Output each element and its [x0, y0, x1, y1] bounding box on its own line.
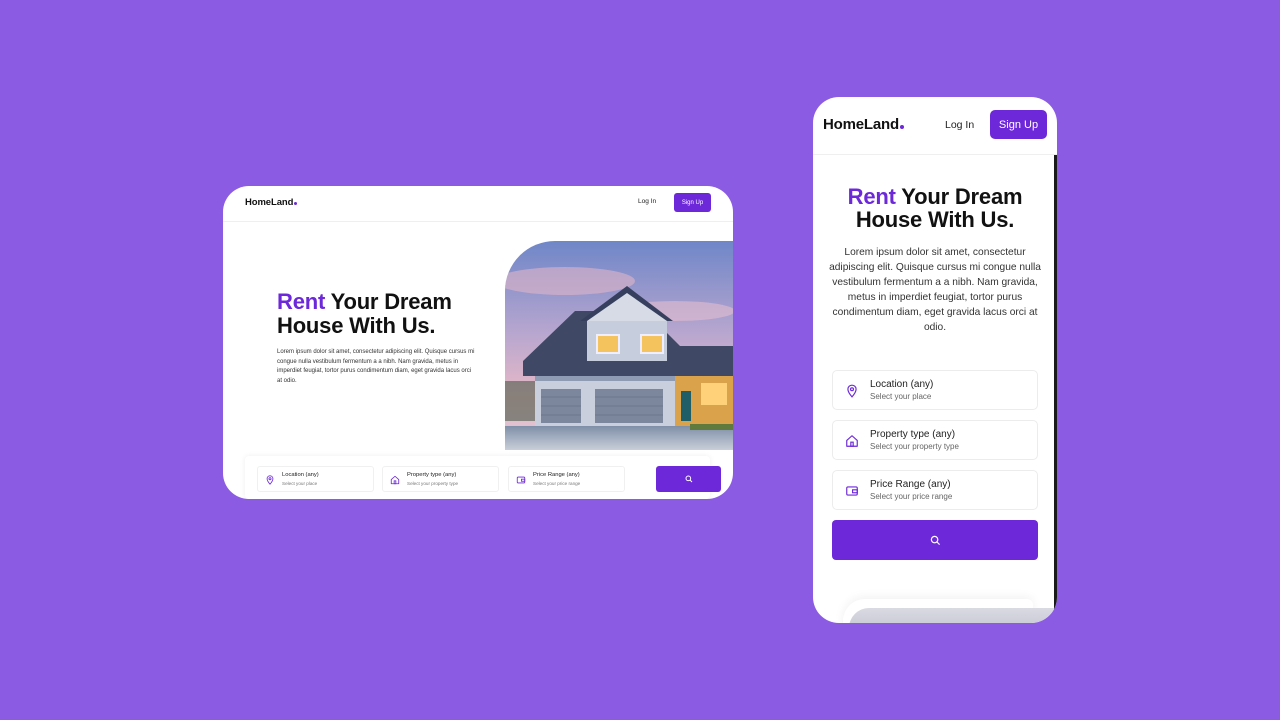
- location-pin-icon: [847, 384, 857, 398]
- wallet-icon: [846, 486, 858, 496]
- mobile-signup-button[interactable]: Sign Up: [990, 110, 1047, 139]
- mobile-mockup: HomeLand Log In Sign Up Rent Your Dream …: [813, 97, 1057, 623]
- field-hint: Select your price range: [533, 481, 581, 486]
- desktop-price-range-field[interactable]: Price Range (any) Select your price rang…: [508, 466, 625, 492]
- desktop-signup-button[interactable]: Sign Up: [674, 193, 711, 212]
- desktop-hero-text: Lorem ipsum dolor sit amet, consectetur …: [277, 349, 475, 384]
- mobile-location-field[interactable]: Location (any) Select your place: [832, 370, 1038, 410]
- mobile-hero-text: Lorem ipsum dolor sit amet, consectetur …: [829, 247, 1041, 333]
- home-icon: [390, 475, 400, 485]
- mobile-login-link[interactable]: Log In: [945, 119, 974, 131]
- desktop-search-button[interactable]: [656, 466, 721, 492]
- desktop-location-field[interactable]: Location (any) Select your place: [257, 466, 374, 492]
- field-label: Location (any): [282, 472, 319, 478]
- desktop-mockup: HomeLand Log In Sign Up Rent Your Dream …: [223, 186, 733, 499]
- mobile-navbar: HomeLand Log In Sign Up: [813, 97, 1057, 155]
- desktop-property-type-field[interactable]: Property type (any) Select your property…: [382, 466, 499, 492]
- field-hint: Select your property type: [407, 481, 459, 486]
- mobile-house-photo-peek: [843, 599, 1057, 623]
- desktop-search-bar: Location (any) Select your place Propert…: [245, 456, 721, 499]
- field-hint: Select your property type: [870, 442, 959, 451]
- mobile-price-range-field[interactable]: Price Range (any) Select your price rang…: [832, 470, 1038, 510]
- mobile-hero-title: Rent Your Dream House With Us.: [847, 184, 1023, 232]
- field-label: Price Range (any): [533, 472, 580, 478]
- mobile-search-button[interactable]: [832, 520, 1038, 560]
- search-icon: [930, 535, 940, 545]
- house-photo: [505, 241, 733, 450]
- field-hint: Select your place: [282, 481, 318, 486]
- desktop-login-link[interactable]: Log In: [638, 198, 656, 205]
- field-hint: Select your place: [870, 392, 932, 401]
- location-pin-icon: [266, 475, 274, 485]
- home-icon: [846, 435, 858, 447]
- mobile-scrollbar[interactable]: [1054, 155, 1057, 623]
- field-hint: Select your price range: [870, 492, 953, 501]
- mobile-property-type-field[interactable]: Property type (any) Select your property…: [832, 420, 1038, 460]
- mobile-logo[interactable]: HomeLand: [823, 116, 904, 133]
- field-label: Property type (any): [407, 472, 457, 478]
- desktop-logo[interactable]: HomeLand: [245, 197, 298, 208]
- field-label: Price Range (any): [870, 479, 951, 490]
- field-label: Location (any): [870, 379, 934, 390]
- wallet-icon: [516, 476, 526, 484]
- desktop-navbar: HomeLand Log In Sign Up: [223, 186, 733, 222]
- search-icon: [685, 475, 692, 483]
- desktop-hero-title: Rent Your Dream House With Us.: [277, 289, 452, 338]
- field-label: Property type (any): [870, 429, 956, 440]
